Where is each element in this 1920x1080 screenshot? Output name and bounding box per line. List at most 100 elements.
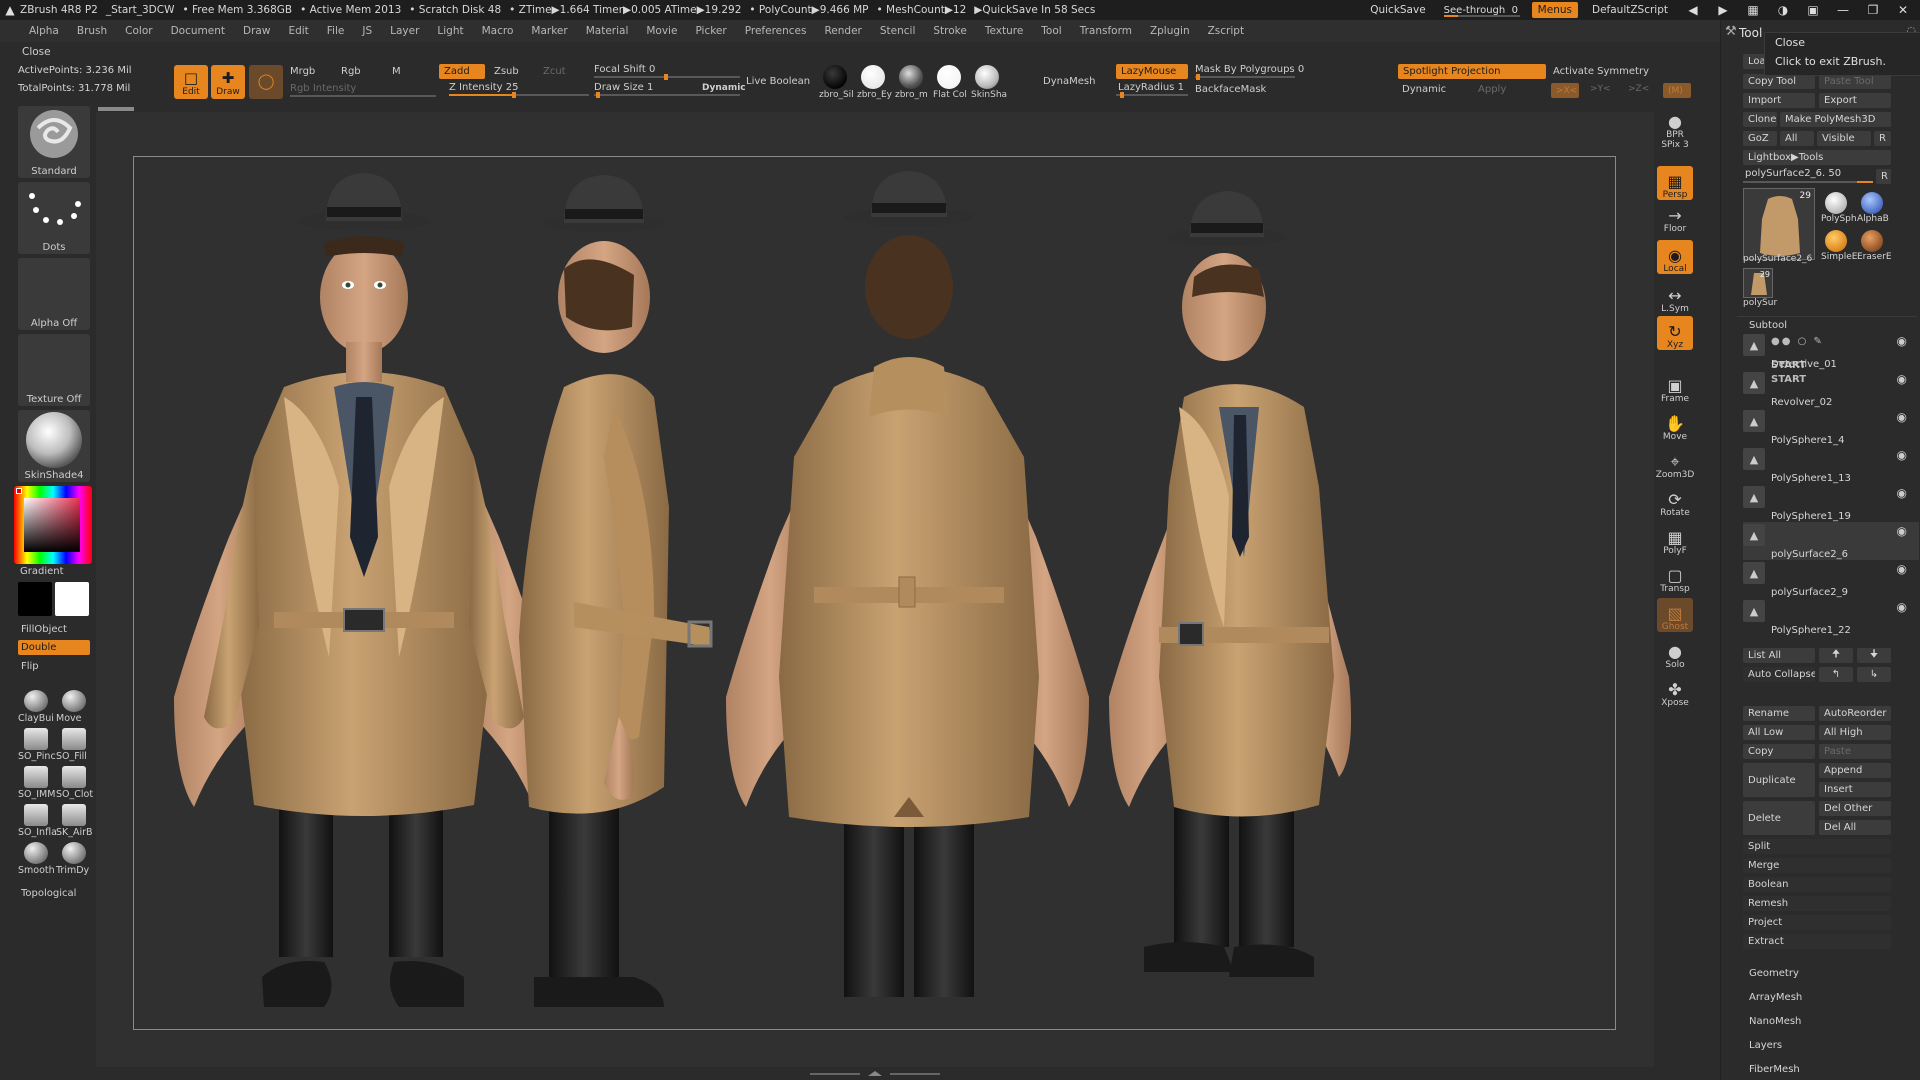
scroll-right-icon[interactable]: ▶ xyxy=(1712,3,1734,17)
goz-button[interactable]: GoZ xyxy=(1743,131,1777,146)
brush-so-infla-icon[interactable] xyxy=(24,804,48,826)
lock-icon[interactable]: ▣ xyxy=(1802,3,1824,17)
menu-picker[interactable]: Picker xyxy=(686,25,735,37)
menu-macro[interactable]: Macro xyxy=(473,25,523,37)
brush-so-pinc-icon[interactable] xyxy=(24,728,48,750)
goz-r-button[interactable]: R xyxy=(1874,131,1891,146)
goz-all-button[interactable]: All xyxy=(1780,131,1814,146)
lightbox-tools-button[interactable]: Lightbox▶Tools xyxy=(1743,150,1891,165)
zsub-button[interactable]: Zsub xyxy=(494,66,519,77)
default-zscript-button[interactable]: DefaultZScript xyxy=(1586,2,1674,18)
right-shelf-zoom3d-button[interactable]: ⌖ Zoom3D xyxy=(1656,446,1695,481)
move-down-button[interactable]: 🠋 xyxy=(1857,648,1891,663)
subtool-toggle-icons[interactable]: ●● ○ ✎ xyxy=(1771,336,1824,347)
symmetry-x-button[interactable]: >X< xyxy=(1551,83,1579,98)
split-subpalette[interactable]: Split xyxy=(1743,839,1891,854)
brush-so-imm-icon[interactable] xyxy=(24,766,48,788)
make-polymesh3d-button[interactable]: Make PolyMesh3D xyxy=(1780,112,1891,127)
small-tool-thumbnail[interactable]: 29 xyxy=(1743,268,1773,298)
material-ball-1[interactable] xyxy=(861,65,885,89)
export-button[interactable]: Export xyxy=(1819,93,1891,108)
menu-js[interactable]: JS xyxy=(353,25,381,37)
visibility-eye-icon[interactable]: ◉ xyxy=(1897,486,1907,500)
menus-button[interactable]: Menus xyxy=(1531,2,1578,18)
spotlight-projection-button[interactable]: Spotlight Projection xyxy=(1398,64,1546,79)
brightness-icon[interactable]: ◑ xyxy=(1772,3,1794,17)
right-shelf-solo-button[interactable]: ● Solo xyxy=(1657,636,1693,671)
project-subpalette[interactable]: Project xyxy=(1743,915,1891,930)
menu-file[interactable]: File xyxy=(318,25,354,37)
menu-color[interactable]: Color xyxy=(116,25,161,37)
lazymouse-button[interactable]: LazyMouse xyxy=(1116,64,1188,79)
visibility-eye-icon[interactable]: ◉ xyxy=(1897,562,1907,576)
move-up-button[interactable]: 🠉 xyxy=(1819,648,1853,663)
focal-shift-slider[interactable]: Focal Shift 0 xyxy=(594,64,655,75)
subtool-row[interactable]: ▲ START ●● ○ ✎ ◉ Detective_01 xyxy=(1743,332,1919,371)
subtool-row[interactable]: ▲ ◉ PolySphere1_13 xyxy=(1743,446,1919,484)
material-ball-0[interactable] xyxy=(823,65,847,89)
see-through-slider[interactable]: See-through 0 xyxy=(1440,2,1524,18)
material-ball-3[interactable] xyxy=(937,65,961,89)
tool-thumb-simplee-icon[interactable] xyxy=(1825,230,1847,252)
color-picker[interactable] xyxy=(14,486,92,564)
auto-reorder-button[interactable]: AutoReorder xyxy=(1819,706,1891,721)
duplicate-button[interactable]: Duplicate xyxy=(1743,763,1815,797)
visibility-eye-icon[interactable]: ◉ xyxy=(1897,372,1907,386)
move-top-button[interactable]: ↰ xyxy=(1819,667,1853,682)
restore-icon[interactable]: ❐ xyxy=(1862,3,1884,17)
zcut-button[interactable]: Zcut xyxy=(543,66,566,77)
symmetry-m-button[interactable]: (M) xyxy=(1663,83,1691,98)
paste-subtool-button[interactable]: Paste xyxy=(1819,744,1891,759)
right-shelf-polyf-button[interactable]: ▦ PolyF xyxy=(1657,522,1693,557)
menu-zscript[interactable]: Zscript xyxy=(1199,25,1253,37)
viewport-scroll-handle[interactable] xyxy=(98,107,134,111)
material-ball-2[interactable] xyxy=(899,65,923,89)
live-boolean-button[interactable]: Live Boolean xyxy=(746,76,810,87)
m-button[interactable]: M xyxy=(392,66,401,77)
brush-smooth-icon[interactable] xyxy=(24,842,48,864)
subpalette-fibermesh[interactable]: FiberMesh xyxy=(1749,1064,1800,1075)
minimize-icon[interactable]: — xyxy=(1832,3,1854,17)
boolean-subpalette[interactable]: Boolean xyxy=(1743,877,1891,892)
insert-button[interactable]: Insert xyxy=(1819,782,1891,797)
double-button[interactable]: Double xyxy=(18,640,90,655)
menu-texture[interactable]: Texture xyxy=(976,25,1032,37)
mrgb-button[interactable]: Mrgb xyxy=(290,66,315,77)
draw-size-slider[interactable]: Draw Size 1 xyxy=(594,82,653,93)
layout-icon[interactable]: ▦ xyxy=(1742,3,1764,17)
zadd-button[interactable]: Zadd xyxy=(439,64,485,79)
brush-move-icon[interactable] xyxy=(62,690,86,712)
menu-zplugin[interactable]: Zplugin xyxy=(1141,25,1199,37)
rename-button[interactable]: Rename xyxy=(1743,706,1815,721)
draw-button[interactable]: ✚ Draw xyxy=(211,65,245,99)
all-high-button[interactable]: All High xyxy=(1819,725,1891,740)
right-shelf-rotate-button[interactable]: ⟳ Rotate xyxy=(1657,484,1693,519)
visibility-eye-icon[interactable]: ◉ xyxy=(1897,334,1907,348)
flip-button[interactable]: Flip xyxy=(18,659,90,674)
right-shelf-move-button[interactable]: ✋ Move xyxy=(1657,408,1693,443)
copy-subtool-button[interactable]: Copy xyxy=(1743,744,1815,759)
menu-movie[interactable]: Movie xyxy=(637,25,686,37)
right-shelf-persp-button[interactable]: ▦ Persp xyxy=(1657,166,1693,200)
right-shelf-floor-button[interactable]: → Floor xyxy=(1657,200,1693,235)
visibility-eye-icon[interactable]: ◉ xyxy=(1897,600,1907,614)
subtool-row[interactable]: ▲ ◉ polySurface2_6 xyxy=(1743,522,1919,560)
fill-object-button[interactable]: FillObject xyxy=(18,622,90,637)
all-low-button[interactable]: All Low xyxy=(1743,725,1815,740)
merge-subpalette[interactable]: Merge xyxy=(1743,858,1891,873)
tool-thumb-polysph-icon[interactable] xyxy=(1825,192,1847,214)
rgb-intensity-slider[interactable]: Rgb Intensity xyxy=(290,83,356,94)
brush-so-clot-icon[interactable] xyxy=(62,766,86,788)
menu-material[interactable]: Material xyxy=(577,25,638,37)
quicksave-button[interactable]: QuickSave xyxy=(1364,2,1431,18)
current-tool-thumbnail[interactable]: 29 xyxy=(1743,188,1815,260)
copy-tool-button[interactable]: Copy Tool xyxy=(1743,74,1815,89)
mask-by-polygroups-slider[interactable]: Mask By Polygroups 0 xyxy=(1195,64,1304,75)
goz-visible-button[interactable]: Visible xyxy=(1817,131,1871,146)
current-tool-slider[interactable]: polySurface2_6. 50 xyxy=(1745,168,1841,179)
extract-subpalette[interactable]: Extract xyxy=(1743,934,1891,949)
right-shelf-spix-3-button[interactable]: SPix 3 xyxy=(1657,134,1693,150)
clone-button[interactable]: Clone xyxy=(1743,112,1777,127)
subpalette-geometry[interactable]: Geometry xyxy=(1749,968,1799,979)
visibility-eye-icon[interactable]: ◉ xyxy=(1897,524,1907,538)
